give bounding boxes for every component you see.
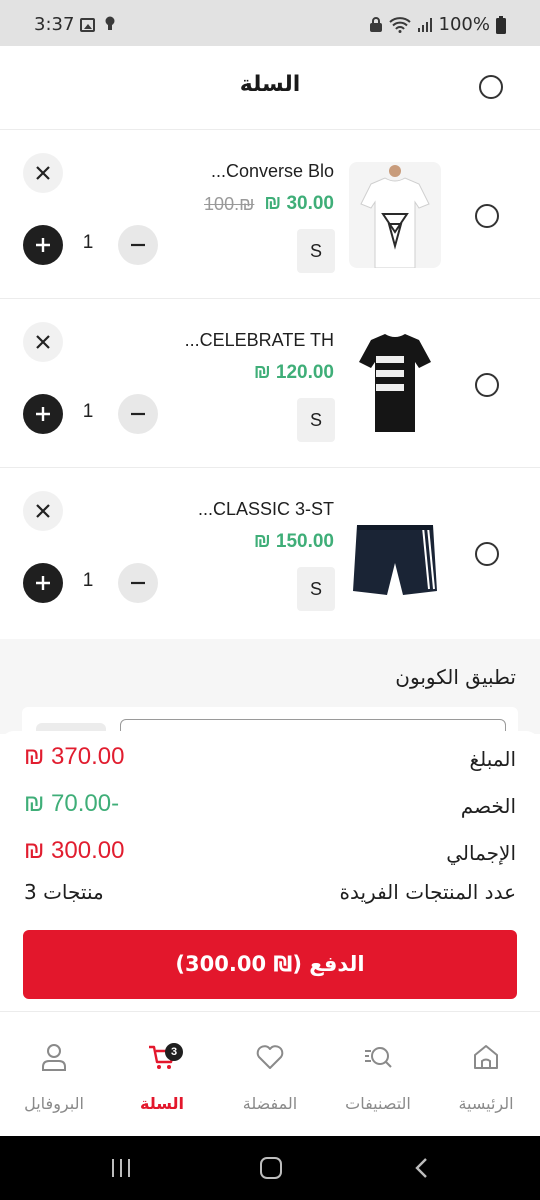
pay-button[interactable]: الدفع (₪ 300.00) <box>23 930 517 999</box>
status-time: 3:37 <box>34 14 75 35</box>
home-icon <box>474 1045 498 1069</box>
gallery-icon <box>80 18 95 32</box>
minus-icon <box>131 243 145 247</box>
product-image[interactable] <box>349 162 441 268</box>
nav-home-label: الرئيسية <box>458 1094 514 1113</box>
minus-icon <box>131 412 145 416</box>
profile-icon <box>42 1044 66 1071</box>
size-badge: S <box>297 398 335 442</box>
item-select-radio[interactable] <box>475 204 499 228</box>
amount-value: ₪ 370.00 <box>24 743 125 770</box>
total-row: الإجمالي ₪ 300.00 <box>24 837 516 871</box>
lightbulb-icon <box>105 16 115 30</box>
product-price: ₪ 120.00 <box>253 362 334 383</box>
nav-favorites-label: المفضلة <box>242 1094 298 1113</box>
cart-count-badge: 3 <box>165 1043 183 1061</box>
discount-label: الخصم <box>460 794 516 818</box>
decrease-qty-button[interactable] <box>118 394 158 434</box>
item-select-radio[interactable] <box>475 373 499 397</box>
order-summary: المبلغ ₪ 370.00 الخصم ₪ 70.00- الإجمالي … <box>0 731 540 1011</box>
remove-item-button[interactable] <box>23 491 63 531</box>
size-badge: S <box>297 567 335 611</box>
increase-qty-button[interactable] <box>23 225 63 265</box>
product-name[interactable]: ...CELEBRATE TH <box>185 330 334 351</box>
nav-profile[interactable]: البروفايل <box>0 1012 108 1137</box>
nav-categories-label: التصنيفات <box>345 1094 411 1113</box>
close-icon <box>36 166 50 180</box>
wifi-icon <box>388 16 411 33</box>
system-nav-bar <box>0 1136 540 1200</box>
product-price: ₪ 150.00 <box>253 531 334 552</box>
cart-item: ...Converse Blo 100.₪ ₪ 30.00 S 1 <box>0 131 540 299</box>
total-value: ₪ 300.00 <box>24 837 125 864</box>
battery-percent: 100% <box>438 14 490 35</box>
page-title: السلة <box>239 72 301 97</box>
shorts-image <box>353 525 437 595</box>
old-price: 100.₪ <box>204 193 255 214</box>
plus-icon <box>36 576 50 590</box>
plus-icon <box>36 238 50 252</box>
unique-products-value: 3 منتجات <box>24 880 104 904</box>
bottom-nav: الرئيسية التصنيفات المفضلة 3 السلة البرو… <box>0 1011 540 1136</box>
nav-profile-label: البروفايل <box>24 1094 84 1113</box>
cart-header: السلة <box>0 46 540 130</box>
quantity-value: 1 <box>82 570 94 591</box>
amount-label: المبلغ <box>469 747 516 771</box>
heart-icon <box>256 1045 284 1069</box>
quantity-value: 1 <box>82 232 94 253</box>
product-name[interactable]: ...Converse Blo <box>211 161 334 182</box>
discount-value: ₪ 70.00- <box>24 790 120 817</box>
unique-products-label: عدد المنتجات الفريدة <box>339 880 516 904</box>
remove-item-button[interactable] <box>23 322 63 362</box>
nav-cart-label: السلة <box>139 1094 184 1113</box>
select-all-radio[interactable] <box>479 75 503 99</box>
increase-qty-button[interactable] <box>23 394 63 434</box>
nav-home[interactable]: الرئيسية <box>432 1012 540 1137</box>
recent-apps-icon[interactable] <box>108 1156 134 1180</box>
decrease-qty-button[interactable] <box>118 563 158 603</box>
back-icon[interactable] <box>412 1156 432 1180</box>
cart-item: ...CLASSIC 3-ST ₪ 150.00 S 1 <box>0 469 540 637</box>
decrease-qty-button[interactable] <box>118 225 158 265</box>
status-bar: 3:37 100% <box>0 0 540 46</box>
close-icon <box>36 504 50 518</box>
plus-icon <box>36 407 50 421</box>
total-label: الإجمالي <box>446 841 516 865</box>
lock-icon <box>369 16 382 32</box>
coupon-section: تطبيق الكوبون <box>0 639 540 753</box>
item-select-radio[interactable] <box>475 542 499 566</box>
quantity-value: 1 <box>82 401 94 422</box>
product-image[interactable] <box>349 499 441 605</box>
nav-cart[interactable]: 3 السلة <box>108 1012 216 1137</box>
size-badge: S <box>297 229 335 273</box>
coupon-title: تطبيق الكوبون <box>395 665 516 689</box>
minus-icon <box>131 581 145 585</box>
cart-item: ...CELEBRATE TH ₪ 120.00 S 1 <box>0 300 540 468</box>
amount-row: المبلغ ₪ 370.00 <box>24 743 516 777</box>
discount-row: الخصم ₪ 70.00- <box>24 790 516 824</box>
increase-qty-button[interactable] <box>23 563 63 603</box>
home-button-icon[interactable] <box>259 1156 283 1180</box>
close-icon <box>36 335 50 349</box>
tshirt-image <box>359 334 431 432</box>
product-image[interactable] <box>349 330 441 436</box>
signal-icon <box>417 17 432 32</box>
unique-products-row: عدد المنتجات الفريدة 3 منتجات <box>24 876 516 910</box>
product-name[interactable]: ...CLASSIC 3-ST <box>198 499 334 520</box>
battery-icon <box>496 15 506 34</box>
categories-icon <box>365 1047 392 1068</box>
remove-item-button[interactable] <box>23 153 63 193</box>
nav-categories[interactable]: التصنيفات <box>324 1012 432 1137</box>
nav-favorites[interactable]: المفضلة <box>216 1012 324 1137</box>
tshirt-image <box>360 165 430 268</box>
product-price: ₪ 30.00 <box>264 193 334 214</box>
